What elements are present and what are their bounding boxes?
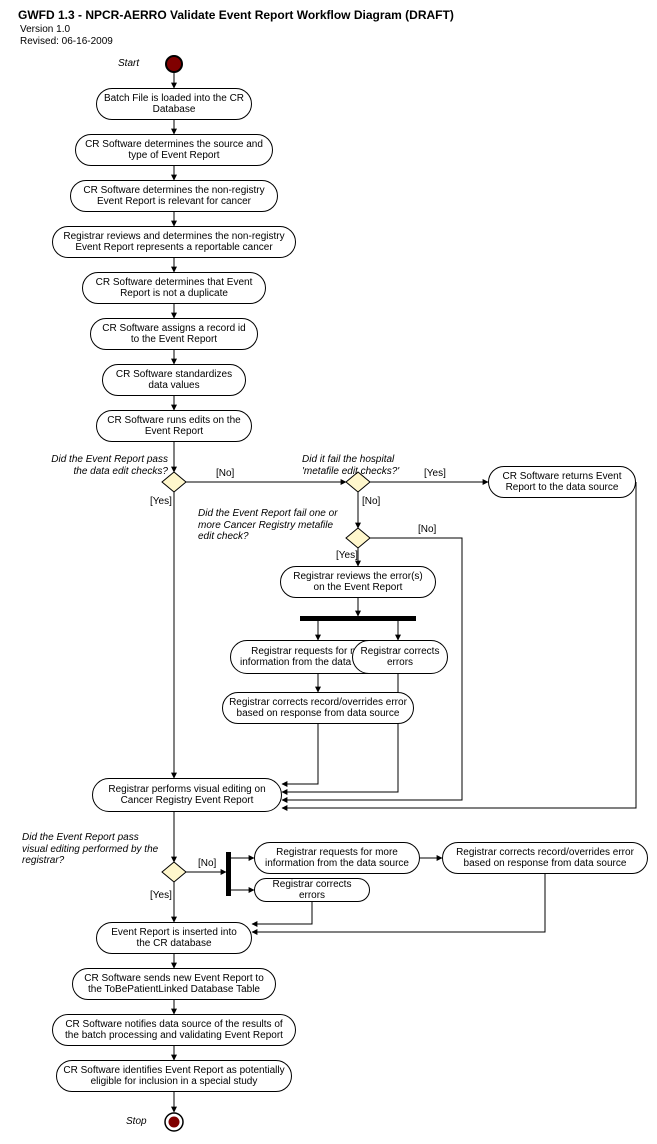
node-request-info-2: Registrar requests for more information … <box>254 842 420 874</box>
node-send-tobepatientlinked: CR Software sends new Event Report to th… <box>72 968 276 1000</box>
stop-label: Stop <box>126 1116 147 1127</box>
node-return-to-source: CR Software returns Event Report to the … <box>488 466 636 498</box>
question-d3: Did the Event Report fail one or more Ca… <box>198 508 348 543</box>
node-inserted-into-db: Event Report is inserted into the CR dat… <box>96 922 252 954</box>
edge-d2-yes: [Yes] <box>424 468 446 479</box>
start-label: Start <box>118 58 139 69</box>
edge-d1-no: [No] <box>216 468 234 479</box>
question-d1: Did the Event Report pass the data edit … <box>38 454 168 477</box>
question-d4: Did the Event Report pass visual editing… <box>22 832 162 867</box>
node-corrects-overrides-1: Registrar corrects record/overrides erro… <box>222 692 414 724</box>
node-identify-potentially-eligible: CR Software identifies Event Report as p… <box>56 1060 292 1092</box>
edge-d3-yes: [Yes] <box>336 550 358 561</box>
edge-d1-yes: [Yes] <box>150 496 172 507</box>
edge-d3-no: [No] <box>418 524 436 535</box>
decision-d4 <box>162 862 186 882</box>
node-determine-source-type: CR Software determines the source and ty… <box>75 134 273 166</box>
node-registrar-reviews-errors: Registrar reviews the error(s) on the Ev… <box>280 566 436 598</box>
node-batch-file-loaded: Batch File is loaded into the CR Databas… <box>96 88 252 120</box>
node-standardize-values: CR Software standardizes data values <box>102 364 246 396</box>
fork-bar-1 <box>300 616 416 621</box>
node-assign-record-id: CR Software assigns a record id to the E… <box>90 318 258 350</box>
node-registrar-corrects-errors-1: Registrar corrects errors <box>352 640 448 674</box>
fork-bar-2 <box>226 852 231 896</box>
node-registrar-reviews-reportable: Registrar reviews and determines the non… <box>52 226 296 258</box>
decision-d3 <box>346 528 370 548</box>
node-relevant-for-cancer: CR Software determines the non-registry … <box>70 180 278 212</box>
edge-d4-no: [No] <box>198 858 216 869</box>
node-notify-results: CR Software notifies data source of the … <box>52 1014 296 1046</box>
node-not-duplicate: CR Software determines that Event Report… <box>82 272 266 304</box>
node-run-edits: CR Software runs edits on the Event Repo… <box>96 410 252 442</box>
question-d2: Did it fail the hospital 'metafile edit … <box>302 454 422 477</box>
stop-node <box>169 1117 180 1128</box>
start-node <box>166 56 182 72</box>
edge-d2-no: [No] <box>362 496 380 507</box>
edge-d4-yes: [Yes] <box>150 890 172 901</box>
node-registrar-corrects-errors-2: Registrar corrects errors <box>254 878 370 902</box>
node-corrects-overrides-2: Registrar corrects record/overrides erro… <box>442 842 648 874</box>
node-visual-editing: Registrar performs visual editing on Can… <box>92 778 282 812</box>
workflow-diagram: GWFD 1.3 - NPCR-AERRO Validate Event Rep… <box>0 0 657 1144</box>
